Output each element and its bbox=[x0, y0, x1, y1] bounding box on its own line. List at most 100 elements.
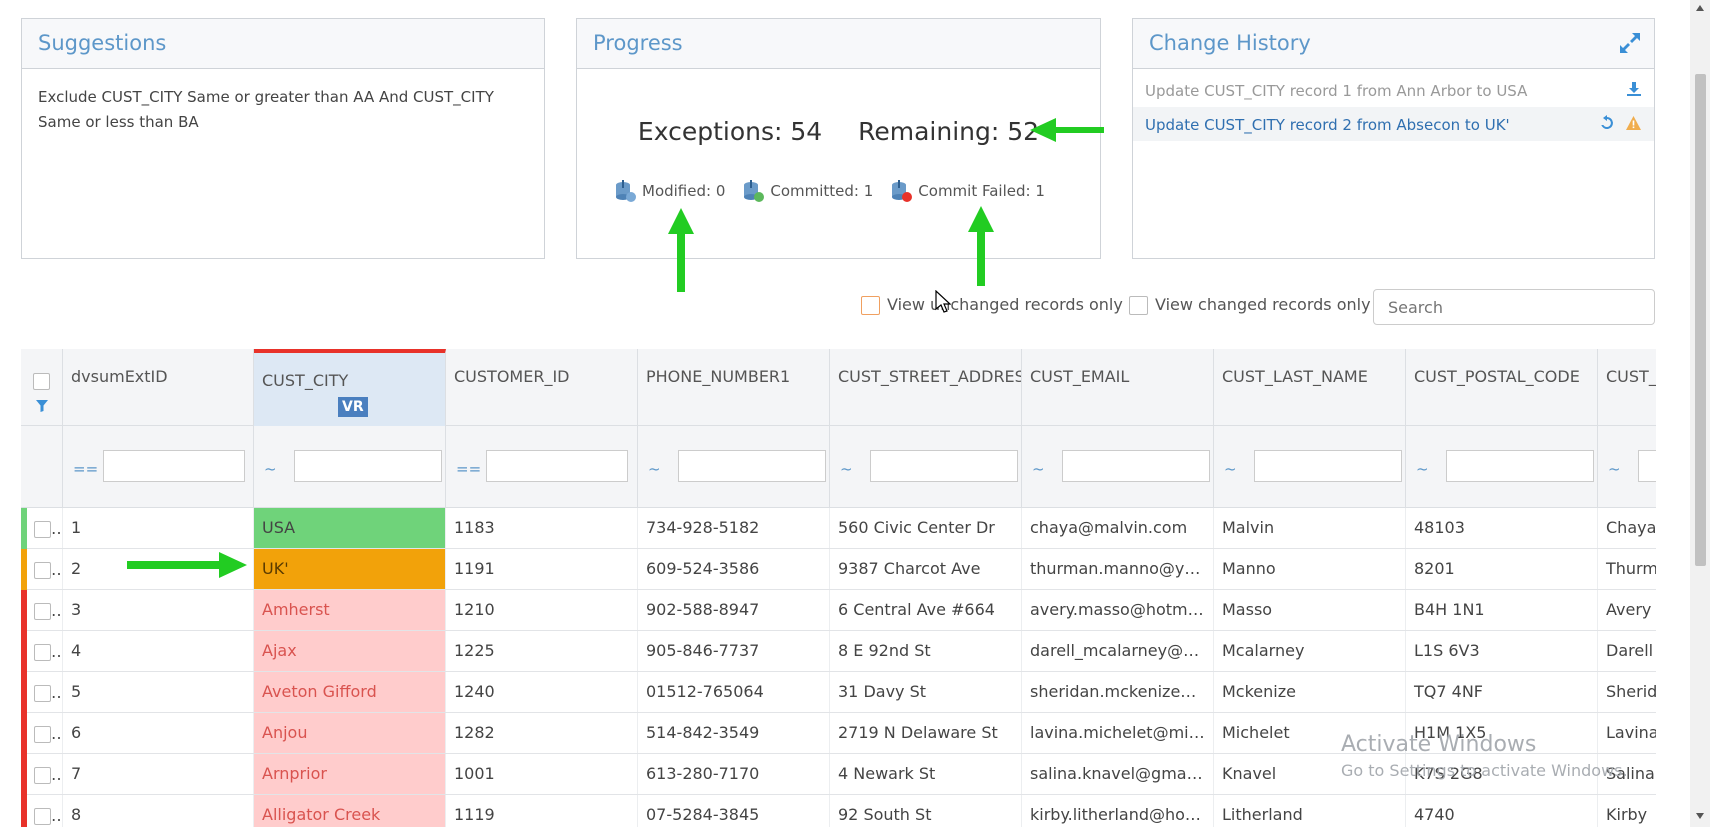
table-cell[interactable]: Manno bbox=[1214, 549, 1406, 589]
filter-operator[interactable]: == bbox=[73, 460, 98, 478]
table-cell[interactable]: 560 Civic Center Dr bbox=[830, 508, 1022, 548]
table-cell[interactable]: chaya@malvin.com bbox=[1022, 508, 1214, 548]
column-header[interactable]: CUSTOMER_ID bbox=[446, 349, 638, 426]
cust-city-cell[interactable]: USA bbox=[254, 508, 446, 548]
history-item-selected[interactable]: Update CUST_CITY record 2 from Absecon t… bbox=[1133, 107, 1654, 141]
table-cell[interactable]: 8201 bbox=[1406, 549, 1598, 589]
table-cell[interactable]: Kirby bbox=[1598, 795, 1656, 827]
table-cell[interactable]: salina.knavel@gmail.... bbox=[1022, 754, 1214, 794]
row-checkbox[interactable] bbox=[34, 644, 51, 661]
row-checkbox[interactable] bbox=[34, 603, 51, 620]
table-cell[interactable]: Darell bbox=[1598, 631, 1656, 671]
table-cell[interactable]: thurman.manno@ya... bbox=[1022, 549, 1214, 589]
cust-city-cell[interactable]: UK' bbox=[254, 549, 446, 589]
table-cell[interactable]: 1240 bbox=[446, 672, 638, 712]
cust-city-cell[interactable]: Arnprior bbox=[254, 754, 446, 794]
filter-operator[interactable]: ~ bbox=[840, 460, 853, 478]
table-cell[interactable]: 92 South St bbox=[830, 795, 1022, 827]
column-filter-input[interactable] bbox=[1062, 450, 1210, 482]
table-cell[interactable]: sheridan.mckenize@... bbox=[1022, 672, 1214, 712]
column-header[interactable]: dvsumExtID bbox=[63, 349, 254, 426]
table-cell[interactable]: TQ7 4NF bbox=[1406, 672, 1598, 712]
table-cell[interactable]: Sherid bbox=[1598, 672, 1656, 712]
cust-city-cell[interactable]: Alligator Creek bbox=[254, 795, 446, 827]
column-header[interactable]: CUST_EMAIL bbox=[1022, 349, 1214, 426]
table-cell[interactable]: 1225 bbox=[446, 631, 638, 671]
table-cell[interactable]: 1210 bbox=[446, 590, 638, 630]
table-cell[interactable]: darell_mcalarney@m... bbox=[1022, 631, 1214, 671]
row-checkbox[interactable] bbox=[34, 808, 51, 825]
table-cell[interactable]: 1 bbox=[63, 508, 254, 548]
row-checkbox[interactable] bbox=[34, 562, 51, 579]
filter-operator[interactable]: ~ bbox=[1416, 460, 1429, 478]
search-input[interactable] bbox=[1373, 289, 1655, 325]
table-row[interactable]: 2 UK' 1191 609-524-3586 9387 Charcot Ave thur… bbox=[21, 549, 1656, 590]
view-changed-filter[interactable]: View changed records only bbox=[1129, 295, 1371, 315]
table-cell[interactable]: Litherland bbox=[1214, 795, 1406, 827]
table-cell[interactable]: L1S 6V3 bbox=[1406, 631, 1598, 671]
table-cell[interactable]: 9387 Charcot Ave bbox=[830, 549, 1022, 589]
table-cell[interactable]: 01512-765064 bbox=[638, 672, 830, 712]
column-header[interactable]: PHONE_NUMBER1 bbox=[638, 349, 830, 426]
table-cell[interactable]: 4 bbox=[63, 631, 254, 671]
table-cell[interactable]: 734-928-5182 bbox=[638, 508, 830, 548]
table-cell[interactable]: 6 bbox=[63, 713, 254, 753]
filter-operator[interactable]: ~ bbox=[264, 460, 277, 478]
table-row[interactable]: 3 Amherst 1210 902-588-8947 6 Central Ave #6… bbox=[21, 590, 1656, 631]
undo-icon[interactable] bbox=[1599, 115, 1615, 131]
history-item[interactable]: Update CUST_CITY record 1 from Ann Arbor… bbox=[1133, 73, 1654, 107]
table-cell[interactable]: 31 Davy St bbox=[830, 672, 1022, 712]
row-checkbox[interactable] bbox=[34, 767, 51, 784]
scroll-up-icon[interactable] bbox=[1695, 4, 1705, 12]
suggestion-text[interactable]: Exclude CUST_CITY Same or greater than A… bbox=[22, 69, 544, 151]
table-cell[interactable]: 8 bbox=[63, 795, 254, 827]
view-unchanged-checkbox[interactable] bbox=[861, 296, 880, 315]
row-checkbox[interactable] bbox=[34, 685, 51, 702]
view-changed-checkbox[interactable] bbox=[1129, 296, 1148, 315]
table-row[interactable]: 5 Aveton Gifford 1240 01512-765064 31 Davy S… bbox=[21, 672, 1656, 713]
table-cell[interactable]: 8 E 92nd St bbox=[830, 631, 1022, 671]
select-all-checkbox[interactable] bbox=[33, 373, 50, 390]
table-cell[interactable]: Mckenize bbox=[1214, 672, 1406, 712]
table-cell[interactable]: avery.masso@hotmai... bbox=[1022, 590, 1214, 630]
table-cell[interactable]: 4 Newark St bbox=[830, 754, 1022, 794]
table-cell[interactable]: 2719 N Delaware St bbox=[830, 713, 1022, 753]
page-scrollbar[interactable] bbox=[1690, 0, 1710, 827]
cust-city-cell[interactable]: Amherst bbox=[254, 590, 446, 630]
column-header[interactable]: CUST_LAST_NAME bbox=[1214, 349, 1406, 426]
table-cell[interactable]: 7 bbox=[63, 754, 254, 794]
table-cell[interactable]: 902-588-8947 bbox=[638, 590, 830, 630]
view-unchanged-filter[interactable]: View unchanged records only bbox=[861, 295, 1123, 315]
filter-operator[interactable]: ~ bbox=[1032, 460, 1045, 478]
table-cell[interactable]: 613-280-7170 bbox=[638, 754, 830, 794]
vr-badge[interactable]: VR bbox=[338, 397, 368, 417]
column-filter-input[interactable] bbox=[294, 450, 442, 482]
column-filter-input[interactable] bbox=[1254, 450, 1402, 482]
column-header[interactable]: CUST_CITY VR bbox=[254, 349, 446, 426]
table-cell[interactable]: 1001 bbox=[446, 754, 638, 794]
column-filter-input[interactable] bbox=[1638, 450, 1656, 482]
column-filter-input[interactable] bbox=[486, 450, 628, 482]
table-cell[interactable]: 4740 bbox=[1406, 795, 1598, 827]
table-cell[interactable]: 905-846-7737 bbox=[638, 631, 830, 671]
table-row[interactable]: 8 Alligator Creek 1119 07-5284-3845 92 South… bbox=[21, 795, 1656, 827]
row-checkbox[interactable] bbox=[34, 521, 51, 538]
filter-operator[interactable]: ~ bbox=[1608, 460, 1621, 478]
table-cell[interactable]: Mcalarney bbox=[1214, 631, 1406, 671]
table-cell[interactable]: 3 bbox=[63, 590, 254, 630]
table-cell[interactable]: Chaya bbox=[1598, 508, 1656, 548]
table-cell[interactable]: 514-842-3549 bbox=[638, 713, 830, 753]
table-cell[interactable]: 48103 bbox=[1406, 508, 1598, 548]
column-filter-input[interactable] bbox=[1446, 450, 1594, 482]
table-cell[interactable]: 1191 bbox=[446, 549, 638, 589]
table-cell[interactable]: 609-524-3586 bbox=[638, 549, 830, 589]
download-icon[interactable] bbox=[1626, 81, 1642, 97]
table-cell[interactable]: kirby.litherland@hot... bbox=[1022, 795, 1214, 827]
column-header[interactable]: CUST_POSTAL_CODE bbox=[1406, 349, 1598, 426]
table-cell[interactable]: 5 bbox=[63, 672, 254, 712]
table-cell[interactable]: 1119 bbox=[446, 795, 638, 827]
table-cell[interactable]: B4H 1N1 bbox=[1406, 590, 1598, 630]
table-row[interactable]: 1 USA 1183 734-928-5182 560 Civic Center Dr c… bbox=[21, 508, 1656, 549]
filter-operator[interactable]: == bbox=[456, 460, 481, 478]
column-filter-input[interactable] bbox=[870, 450, 1018, 482]
